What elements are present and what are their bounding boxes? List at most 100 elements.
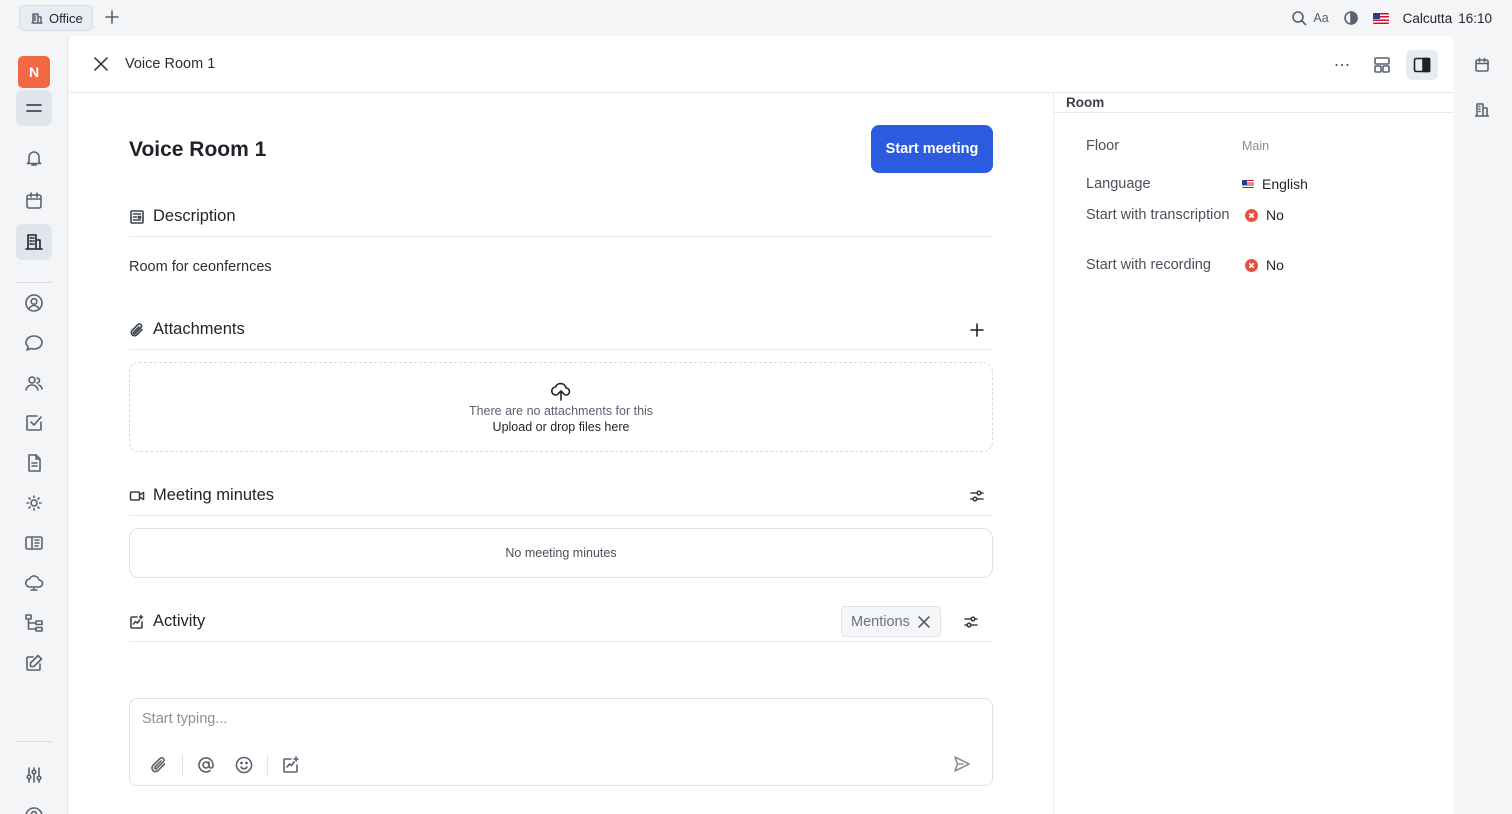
nav-chat[interactable] [16, 325, 52, 361]
person-circle-icon [25, 294, 43, 312]
attachments-dropzone[interactable]: There are no attachments for this Upload… [129, 362, 993, 452]
close-icon [918, 615, 930, 628]
clock: Calcutta 16:10 [1403, 11, 1492, 26]
layout-button[interactable] [1366, 50, 1398, 80]
document-icon [28, 454, 41, 472]
us-flag-icon [1242, 180, 1254, 188]
add-attachment-button[interactable] [967, 320, 987, 340]
attach-file-button[interactable] [146, 754, 172, 776]
hierarchy-icon [25, 614, 43, 632]
floor-value[interactable]: Main [1242, 139, 1269, 153]
nav-tasks[interactable] [16, 405, 52, 441]
office-icon [1474, 103, 1490, 117]
attributes-heading: Room [1054, 93, 1455, 113]
theme-toggle[interactable] [1343, 10, 1359, 26]
upload-cloud-icon [550, 382, 571, 401]
message-input[interactable]: Start typing... [142, 711, 227, 727]
activity-filter-button[interactable] [961, 612, 981, 632]
paperclip-icon [130, 322, 143, 336]
start-meeting-button[interactable]: Start meeting [871, 125, 993, 173]
plus-icon [970, 323, 984, 337]
tab-office[interactable]: Office [19, 5, 93, 31]
top-bar: Office Aa Calcutta 16:10 [0, 0, 1512, 36]
description-section-header: Description [129, 197, 993, 237]
upload-files-link[interactable]: Upload or drop files here [493, 420, 630, 434]
more-button[interactable] [1326, 50, 1358, 80]
nav-knowledge[interactable] [16, 525, 52, 561]
toolbar-divider [267, 754, 268, 776]
avatar[interactable]: N [18, 56, 50, 88]
description-icon [130, 209, 144, 224]
mention-button[interactable] [193, 754, 219, 776]
room-panel: Voice Room 1 Voice Room 1 Start meeting … [69, 36, 1455, 814]
cloud-icon [24, 575, 44, 591]
nav-drive[interactable] [16, 565, 52, 601]
aside-toggle-button[interactable] [1406, 50, 1438, 80]
time-label: 16:10 [1458, 10, 1492, 26]
font-size-button[interactable]: Aa [1313, 11, 1328, 25]
video-icon [129, 490, 145, 501]
rail-office-button[interactable] [1474, 102, 1492, 120]
toolbar-divider [182, 754, 183, 776]
attribute-label: Floor [1086, 138, 1120, 154]
attribute-row-floor: Floor Main [1086, 137, 1446, 155]
nav-hierarchy[interactable] [16, 605, 52, 641]
help-icon [25, 807, 43, 814]
nav-weather[interactable] [16, 485, 52, 521]
menu-icon [26, 104, 42, 112]
office-icon [31, 12, 43, 24]
add-activity-button[interactable] [278, 754, 304, 776]
nav-help[interactable] [16, 798, 52, 814]
new-tab-button[interactable] [104, 9, 122, 27]
menu-button[interactable] [16, 90, 52, 126]
send-button[interactable] [952, 754, 974, 776]
mentions-filter-chip[interactable]: Mentions [841, 606, 941, 637]
remove-mentions-filter-button[interactable] [917, 615, 931, 629]
plus-icon [105, 10, 119, 24]
office-icon [25, 234, 43, 250]
contrast-icon [1343, 11, 1358, 25]
transcription-value-label: No [1266, 207, 1284, 223]
emoji-button[interactable] [231, 754, 257, 776]
description-label: Description [153, 207, 236, 225]
description-text[interactable]: Room for ceonfernces [129, 259, 272, 275]
language-value-label: English [1262, 176, 1308, 192]
layout-icon [1374, 57, 1390, 73]
language-value[interactable]: English [1242, 176, 1308, 192]
message-composer: Start typing... [129, 698, 993, 786]
paperclip-icon [151, 757, 166, 773]
transcription-value[interactable]: No [1242, 207, 1284, 223]
activity-add-icon [283, 756, 299, 773]
no-minutes-box: No meeting minutes [129, 528, 993, 578]
nav-settings[interactable] [16, 757, 52, 793]
minutes-filter-button[interactable] [967, 486, 987, 506]
calendar-icon [26, 192, 42, 209]
nav-notifications[interactable] [16, 140, 52, 176]
attribute-row-recording: Start with recording No [1086, 256, 1446, 274]
nav-edit[interactable] [16, 645, 52, 681]
attribute-row-transcription: Start with transcription No [1086, 206, 1446, 224]
recording-value-label: No [1266, 257, 1284, 273]
language-flag-icon[interactable] [1372, 12, 1389, 24]
page-title[interactable]: Voice Room 1 [129, 138, 266, 162]
header-title: Voice Room 1 [125, 56, 216, 72]
recording-value[interactable]: No [1242, 257, 1284, 273]
x-circle-icon [1245, 258, 1258, 272]
nav-office[interactable] [16, 224, 52, 260]
nav-profile[interactable] [16, 285, 52, 321]
minutes-section-header: Meeting minutes [129, 476, 993, 516]
x-circle-icon [1245, 208, 1258, 222]
rail-calendar-button[interactable] [1474, 57, 1492, 75]
right-rail [1454, 36, 1512, 814]
close-button[interactable] [91, 54, 111, 74]
emoji-icon [235, 756, 253, 774]
activity-label: Activity [153, 612, 206, 630]
nav-calendar[interactable] [16, 183, 52, 219]
nav-divider [16, 282, 52, 283]
nav-contacts[interactable] [16, 365, 52, 401]
nav-documents[interactable] [16, 445, 52, 481]
no-attachments-text: There are no attachments for this [468, 404, 654, 418]
attribute-label: Start with transcription [1086, 207, 1230, 223]
attachments-section-header: Attachments [129, 310, 993, 350]
search-button[interactable] [1291, 10, 1307, 26]
